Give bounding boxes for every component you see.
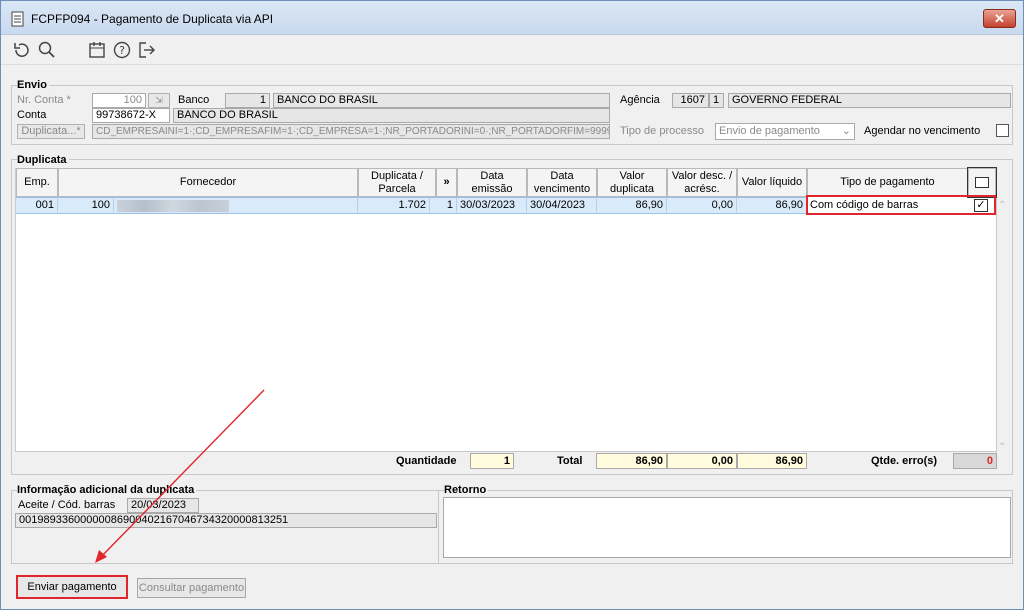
annotation-arrow xyxy=(95,389,265,563)
app-window: FCPFP094 - Pagamento de Duplicata via AP… xyxy=(0,0,1024,610)
